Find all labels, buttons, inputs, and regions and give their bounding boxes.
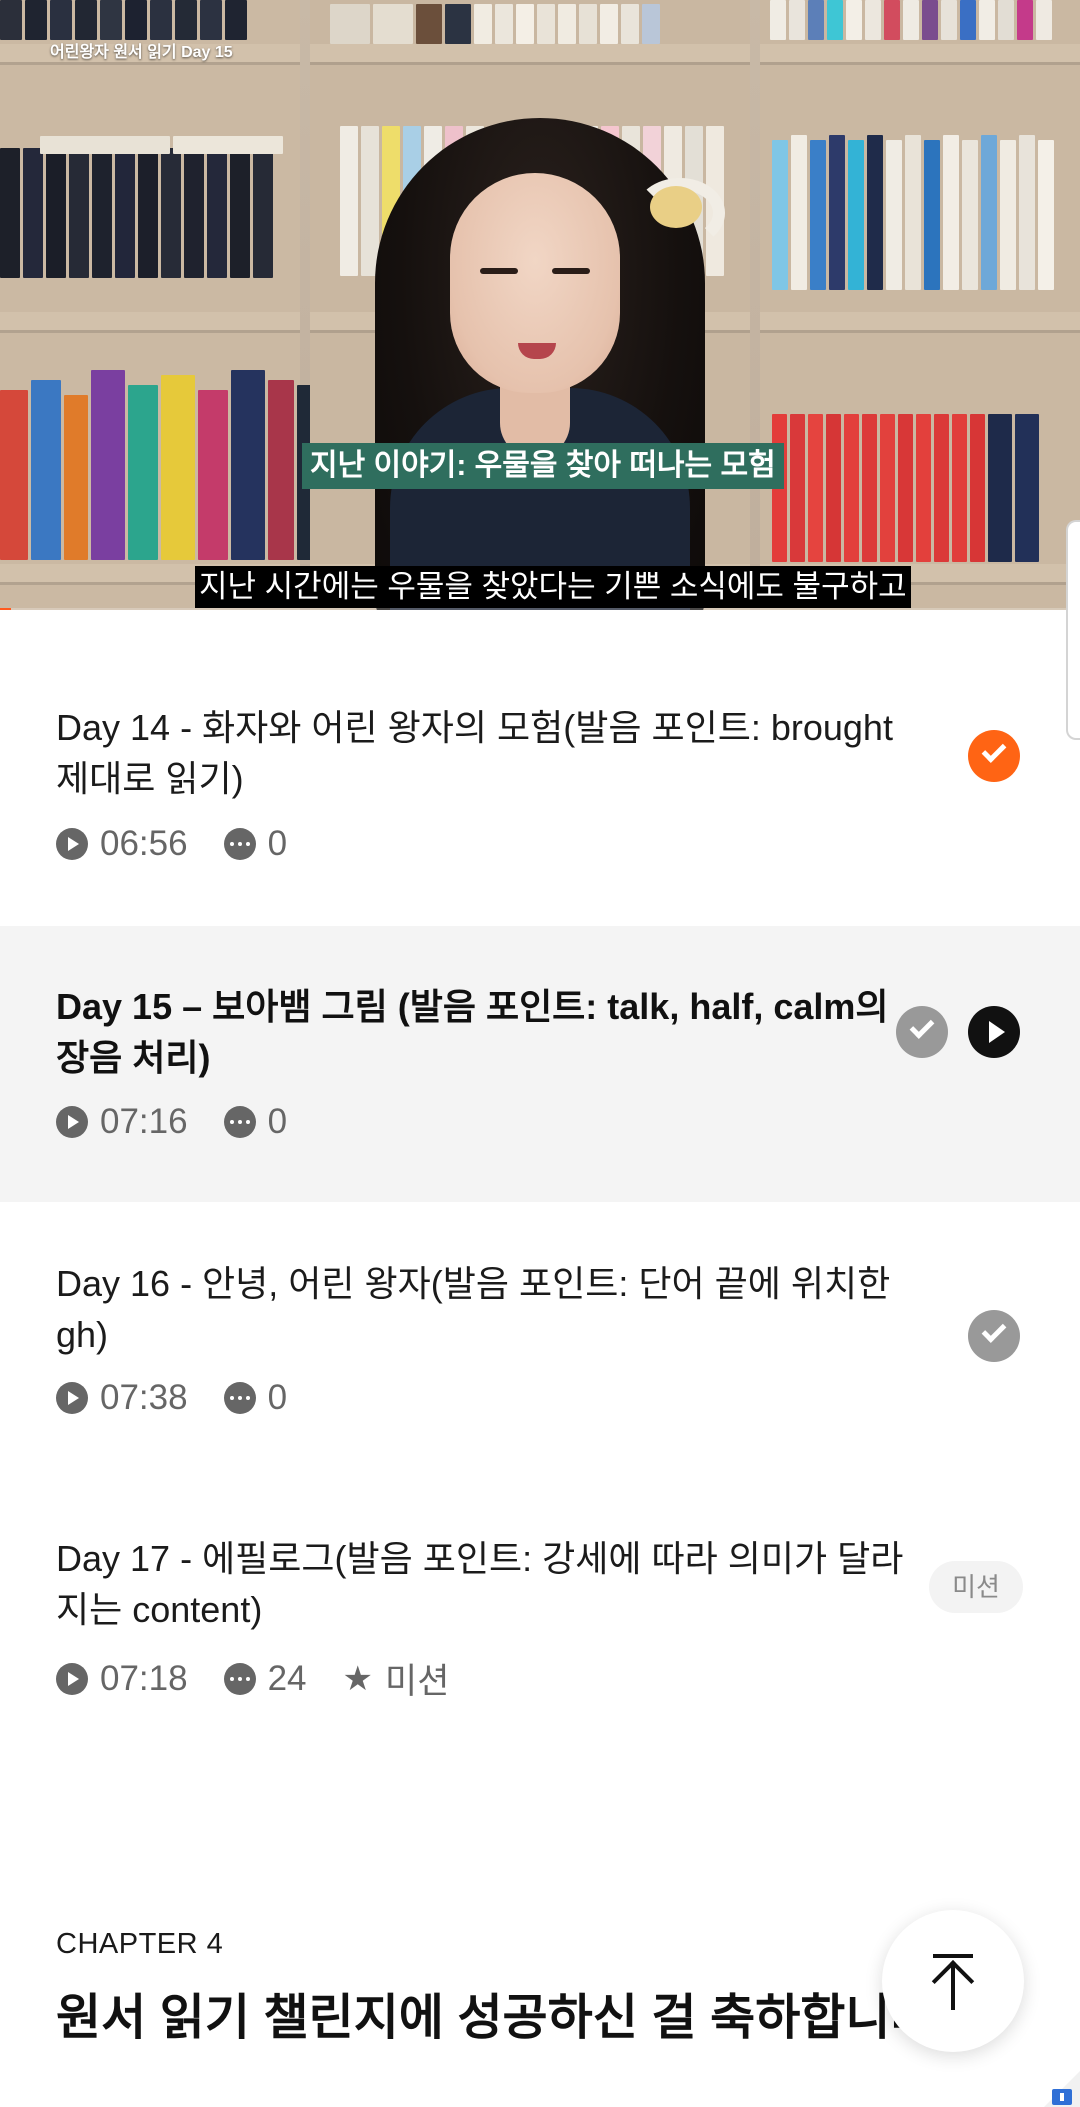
episode-item-day-15[interactable]: Day 15 – 보아뱀 그림 (발음 포인트: talk, half, cal… — [0, 926, 1080, 1202]
episode-title: Day 17 - 에필로그(발음 포인트: 강세에 따라 의미가 달라지는 co… — [56, 1538, 904, 1630]
episode-duration: 07:18 — [100, 1658, 188, 1698]
episode-mission-label: 미션 — [385, 1662, 450, 1701]
check-circle-icon — [968, 730, 1020, 782]
episode-comment-count: 0 — [267, 1378, 288, 1417]
chapter-label: CHAPTER 4 — [56, 1928, 224, 1960]
bookmark-corner-icon[interactable] — [1044, 2071, 1080, 2107]
comment-bubble-icon — [223, 828, 256, 860]
video-player[interactable]: 어린왕자 원서 읽기 Day 15 지난 이야기: 우물을 찾아 떠나는 모험 … — [0, 0, 1080, 610]
scroll-to-top-button[interactable] — [882, 1910, 1024, 2052]
video-progress-fill — [0, 608, 11, 610]
video-progress-bar[interactable] — [0, 608, 1080, 610]
episode-comment-count: 0 — [267, 1102, 288, 1141]
play-circle-icon — [56, 1662, 88, 1695]
comment-bubble-icon — [223, 1382, 256, 1414]
presenter — [335, 118, 755, 610]
episode-duration: 06:56 — [100, 824, 188, 863]
mission-badge[interactable]: 미션 — [929, 1561, 1023, 1613]
play-button[interactable] — [968, 1006, 1020, 1058]
episode-item-day-14[interactable]: Day 14 - 화자와 어린 왕자의 모험(발음 포인트: brought 제… — [0, 690, 1080, 926]
episode-meta: 07:38 0 — [56, 1378, 323, 1418]
episode-item-day-16[interactable]: Day 16 - 안녕, 어린 왕자(발음 포인트: 단어 끝에 위치한 gh)… — [0, 1202, 1080, 1478]
chapter-title: 원서 읽기 챌린지에 성공하신 걸 축하합니다 — [56, 1991, 936, 2045]
episode-comment-count: 0 — [267, 824, 288, 863]
episode-comment-count: 24 — [267, 1658, 307, 1698]
episode-duration: 07:38 — [100, 1378, 188, 1417]
comment-bubble-icon — [223, 1106, 256, 1138]
star-icon: ★ — [342, 1659, 374, 1698]
episode-meta: 07:18 24 ★ 미션 — [56, 1653, 485, 1704]
check-circle-icon — [896, 1006, 948, 1058]
episode-item-day-17[interactable]: Day 17 - 에필로그(발음 포인트: 강세에 따라 의미가 달라지는 co… — [0, 1478, 1080, 1754]
episode-meta: 07:16 0 — [56, 1102, 323, 1142]
comment-bubble-icon — [223, 1662, 256, 1695]
episode-title: Day 14 - 화자와 어린 왕자의 모험(발음 포인트: brought 제… — [56, 707, 893, 799]
episode-title: Day 16 - 안녕, 어린 왕자(발음 포인트: 단어 끝에 위치한 gh) — [56, 1263, 891, 1355]
episode-meta: 06:56 0 — [56, 824, 323, 864]
episode-duration: 07:16 — [100, 1102, 188, 1141]
video-title-overlay: 어린왕자 원서 읽기 Day 15 — [50, 44, 233, 61]
video-subtitle: 지난 시간에는 우물을 찾았다는 기쁜 소식에도 불구하고 — [195, 566, 911, 608]
play-circle-icon — [56, 828, 88, 860]
check-circle-icon — [968, 1310, 1020, 1362]
play-circle-icon — [56, 1106, 88, 1138]
episode-title: Day 15 – 보아뱀 그림 (발음 포인트: talk, half, cal… — [56, 986, 889, 1078]
play-circle-icon — [56, 1382, 88, 1414]
video-caption-topic: 지난 이야기: 우물을 찾아 떠나는 모험 — [302, 443, 784, 489]
